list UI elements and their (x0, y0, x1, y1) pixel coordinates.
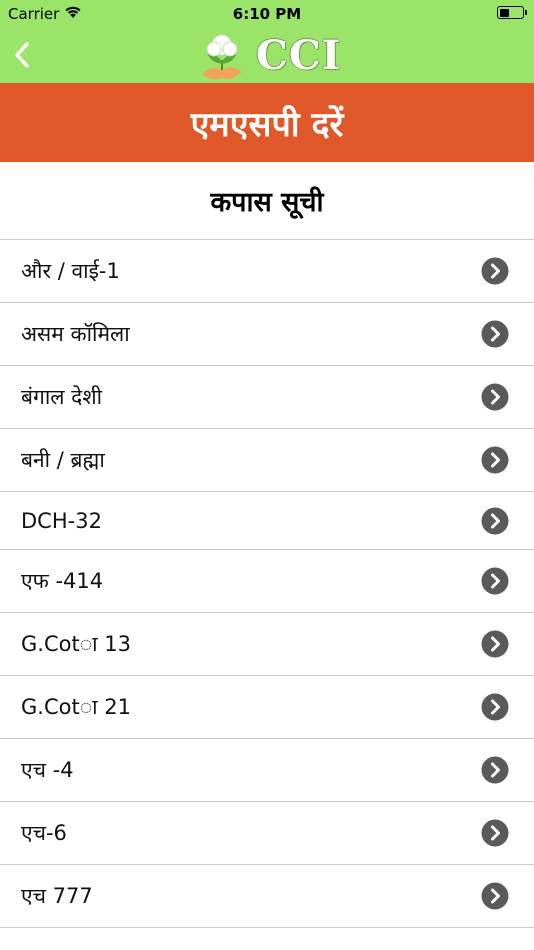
status-bar: Carrier 6:10 PM (0, 0, 534, 28)
list-item-label: G.Cotा 13 (21, 632, 132, 656)
list-item[interactable]: बंगाल देशी (0, 366, 534, 429)
list-item-label: एफ -414 (21, 569, 104, 593)
list-item-label: G.Cotा 21 (21, 695, 132, 719)
list-item[interactable]: एच-6 (0, 802, 534, 865)
chevron-right-icon (481, 819, 509, 847)
list-item-label: एच 777 (21, 884, 93, 908)
list-item-label: असम कॉमिला (21, 322, 130, 346)
chevron-right-icon (481, 383, 509, 411)
clock: 6:10 PM (232, 5, 302, 23)
chevron-left-icon (15, 42, 29, 68)
list-item[interactable]: असम कॉमिला (0, 303, 534, 366)
list-item[interactable]: और / वाई-1 (0, 240, 534, 303)
list-item-label: एच-6 (21, 821, 67, 845)
list-item-label: एच -4 (21, 758, 74, 782)
cotton-variety-list: और / वाई-1 असम कॉमिला बंगाल देशी बनी / ब… (0, 240, 534, 928)
chevron-right-icon (481, 630, 509, 658)
brand-text: CCI (256, 32, 342, 79)
back-button[interactable] (8, 38, 38, 72)
list-item[interactable]: एच 777 (0, 865, 534, 928)
battery-fill (499, 8, 509, 17)
list-item-label: और / वाई-1 (21, 259, 120, 283)
chevron-right-icon (481, 756, 509, 784)
list-item[interactable]: G.Cotा 21 (0, 676, 534, 739)
list-item-label: DCH-32 (21, 508, 102, 533)
chevron-right-icon (481, 693, 509, 721)
battery-icon (497, 6, 527, 19)
chevron-right-icon (481, 567, 509, 595)
chevron-right-icon (481, 882, 509, 910)
page-title: एमएसपी दरें (0, 83, 534, 162)
chevron-right-icon (481, 257, 509, 285)
section-title: कपास सूची (0, 162, 534, 240)
list-item-label: बनी / ब्रह्मा (21, 448, 105, 472)
list-item[interactable]: बनी / ब्रह्मा (0, 429, 534, 492)
list-item[interactable]: DCH-32 (0, 492, 534, 550)
navigation-bar: CCI (0, 28, 534, 83)
chevron-right-icon (481, 320, 509, 348)
cotton-plant-icon (202, 34, 242, 80)
list-item[interactable]: एफ -414 (0, 550, 534, 613)
chevron-right-icon (481, 507, 509, 534)
list-item[interactable]: एच -4 (0, 739, 534, 802)
list-item-label: बंगाल देशी (21, 385, 103, 409)
list-item[interactable]: G.Cotा 13 (0, 613, 534, 676)
chevron-right-icon (481, 446, 509, 474)
cci-logo: CCI (196, 28, 346, 83)
